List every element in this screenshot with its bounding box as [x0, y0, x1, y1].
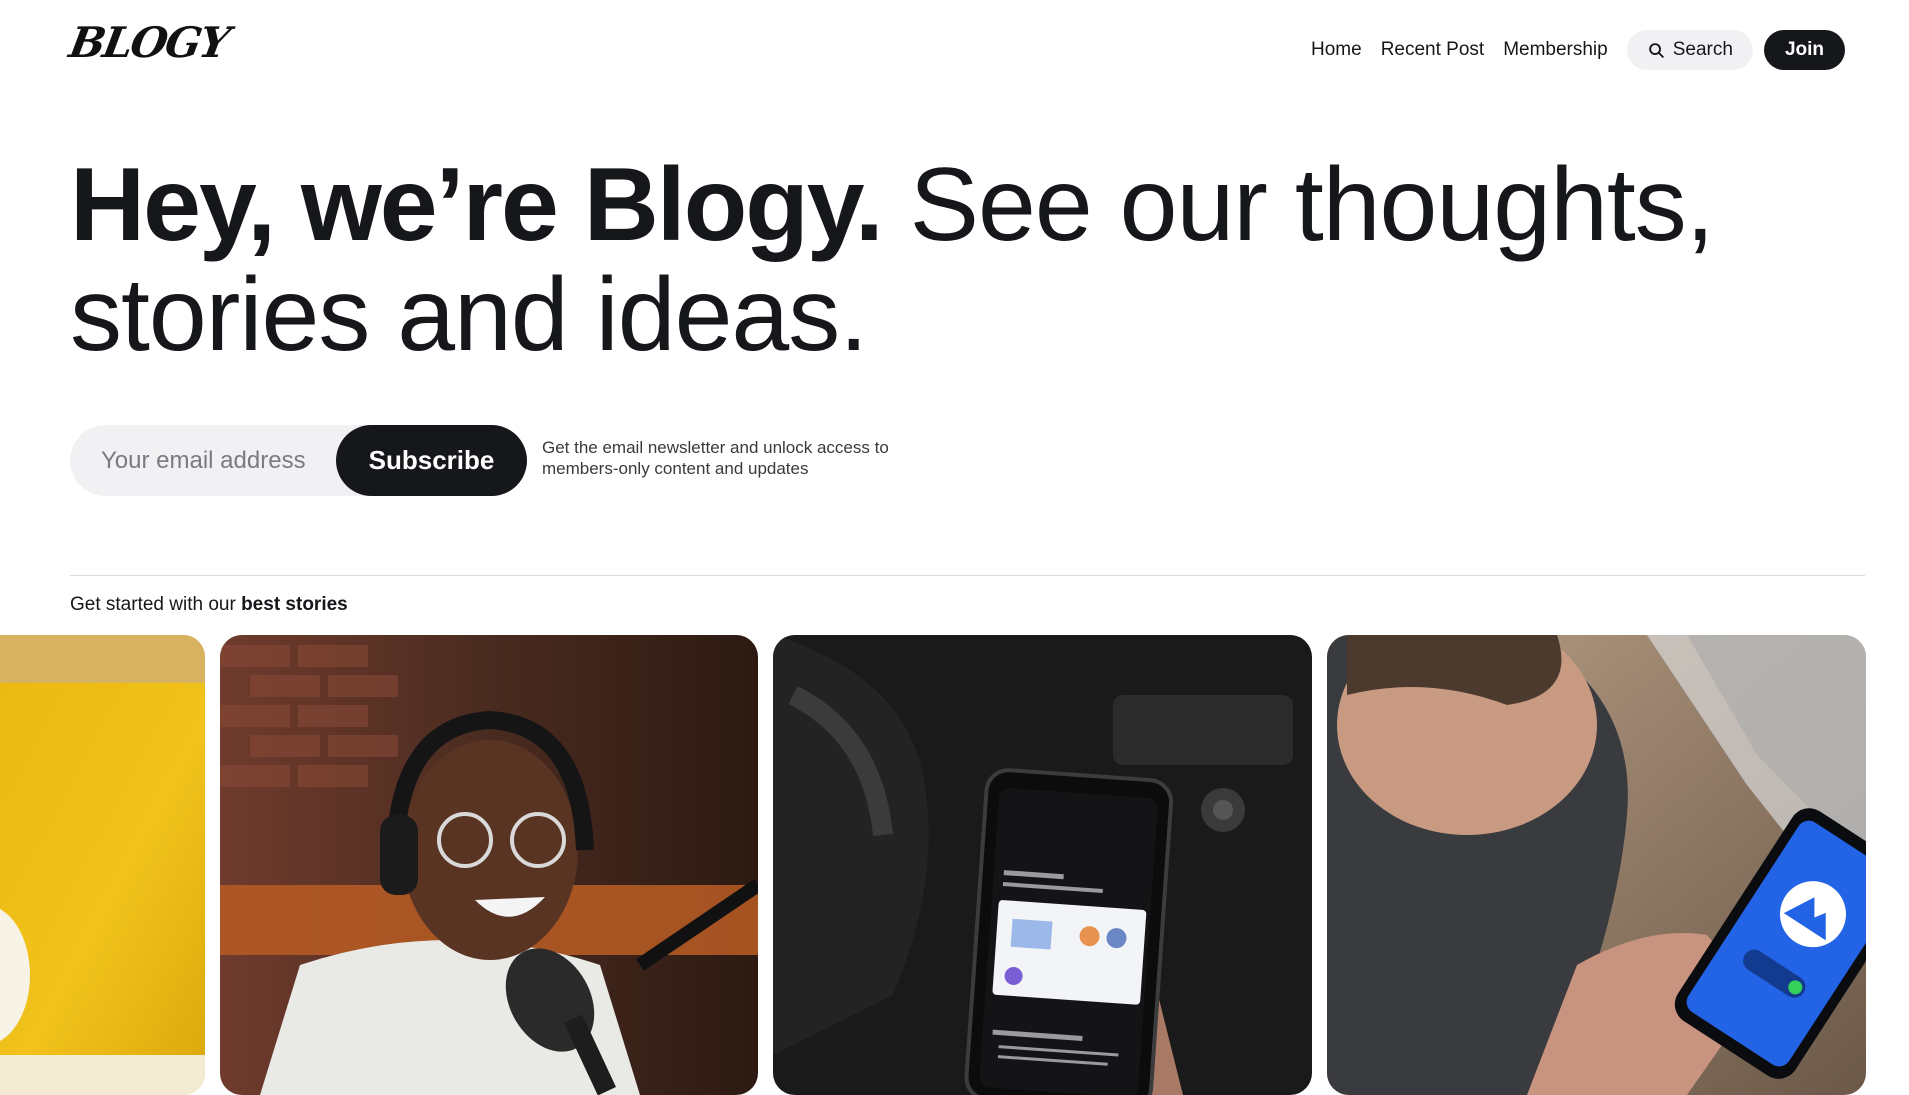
subscribe-note: Get the email newsletter and unlock acce… — [542, 438, 889, 478]
hero-headline-bold: Hey, we’re Blogy. — [70, 147, 884, 263]
nav-membership-link[interactable]: Membership — [1503, 30, 1608, 70]
search-icon — [1648, 42, 1664, 58]
section-divider — [70, 575, 1865, 576]
story-card-yellow-desk[interactable] — [0, 635, 205, 1095]
subscribe-button[interactable]: Subscribe — [336, 425, 527, 496]
site-header: BLOGY Home Recent Post Membership Search… — [0, 0, 1909, 100]
story-card-phone-in-car[interactable] — [773, 635, 1312, 1095]
story-card-vpn-phone[interactable] — [1327, 635, 1866, 1095]
nav-recent-post-link[interactable]: Recent Post — [1381, 30, 1485, 70]
join-button[interactable]: Join — [1763, 30, 1845, 70]
site-logo[interactable]: BLOGY — [66, 18, 232, 67]
phone-in-car-photo — [773, 635, 1312, 1095]
yellow-desk-photo — [0, 635, 205, 1095]
best-stories-heading: Get started with our best stories — [70, 594, 348, 616]
podcaster-with-headphones-photo — [220, 635, 758, 1095]
search-button[interactable]: Search — [1626, 30, 1753, 70]
hero-headline: Hey, we’re Blogy. See our thoughts, stor… — [70, 150, 1790, 370]
vpn-app-on-phone-photo — [1327, 635, 1866, 1095]
email-input[interactable] — [70, 425, 340, 496]
subscribe-form: Subscribe — [70, 425, 527, 496]
search-button-label: Search — [1672, 39, 1733, 60]
main-nav: Home Recent Post Membership Search Join — [1311, 30, 1845, 70]
best-stories-emphasis: best stories — [241, 594, 348, 615]
nav-home-link[interactable]: Home — [1311, 30, 1362, 70]
best-stories-prefix: Get started with our — [70, 594, 236, 615]
story-card-podcaster[interactable] — [220, 635, 758, 1095]
